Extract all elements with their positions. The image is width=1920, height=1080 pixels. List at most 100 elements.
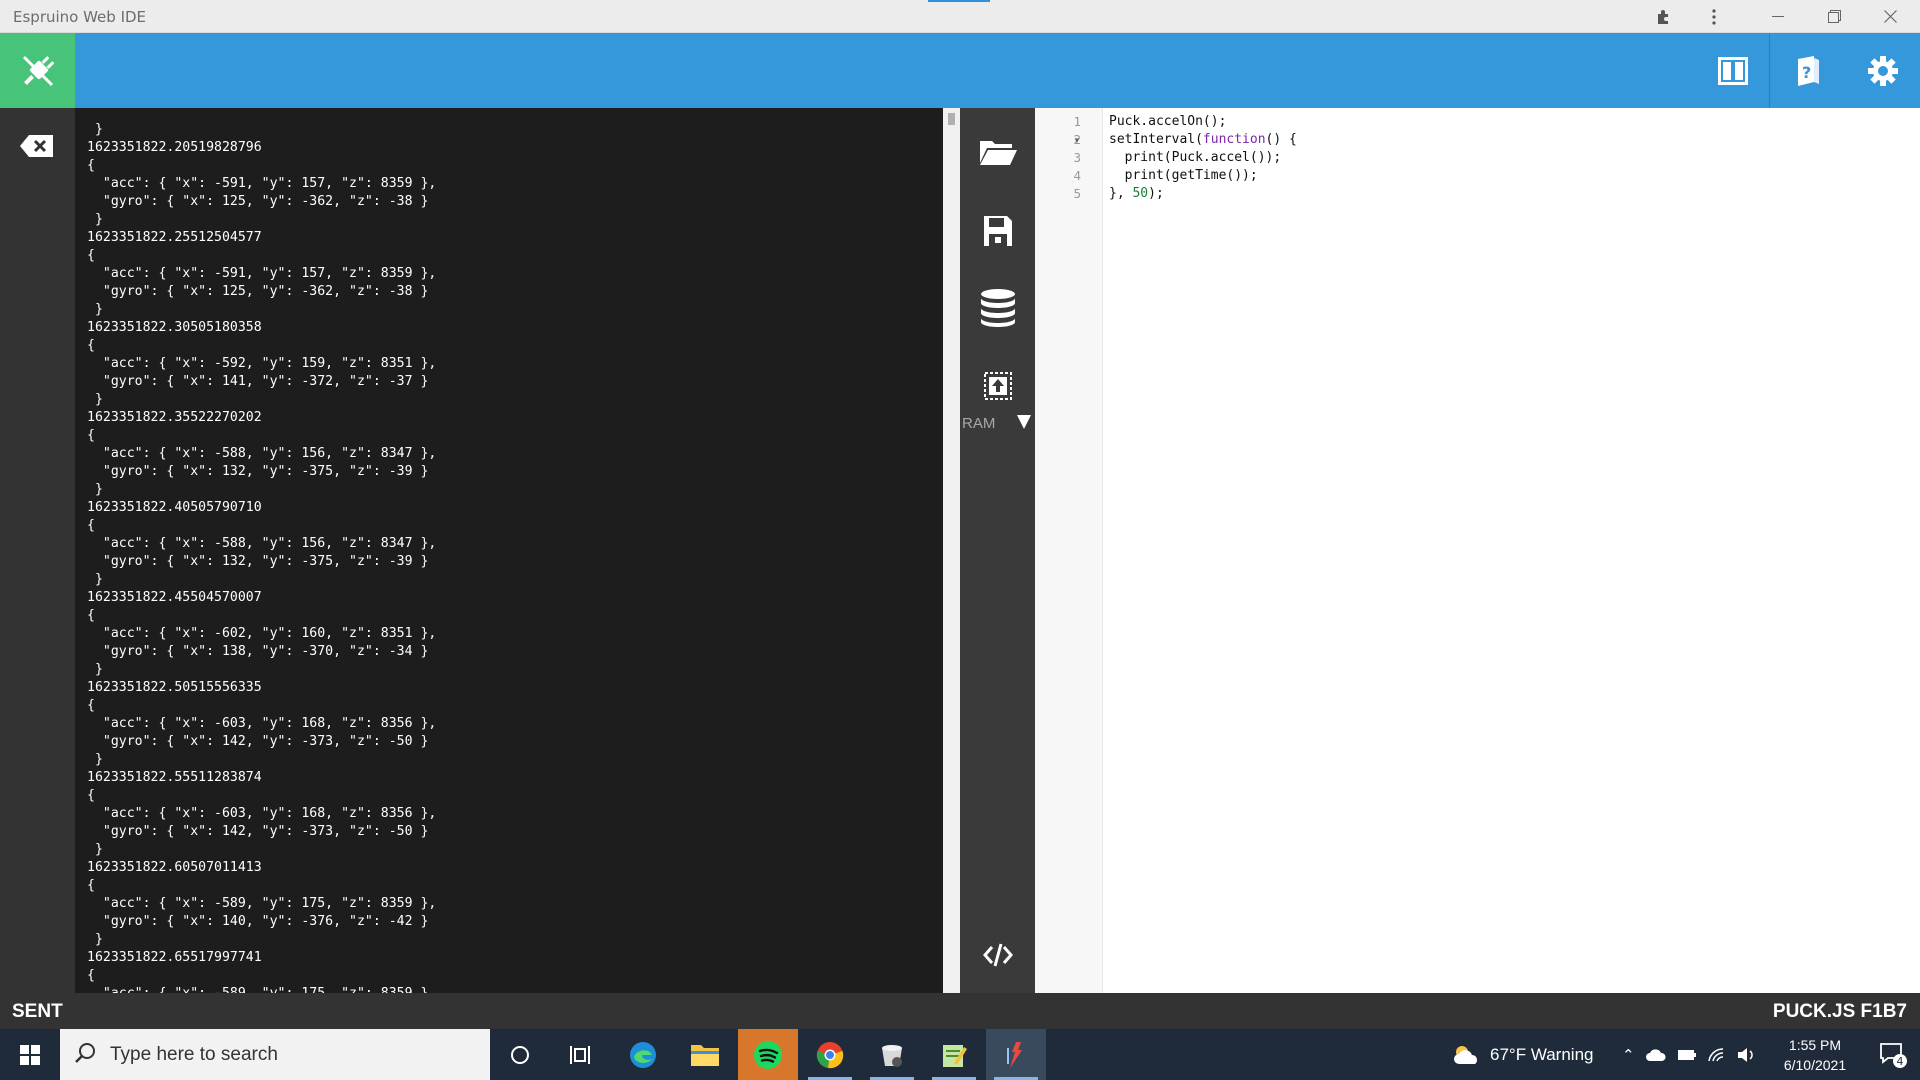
terminal-line: 1623351822.25512504577: [87, 230, 262, 245]
edge-app[interactable]: [613, 1029, 673, 1080]
upload-target-dropdown-icon[interactable]: [1017, 415, 1031, 429]
scrollbar-thumb[interactable]: [948, 113, 955, 125]
help-button[interactable]: ?: [1770, 33, 1845, 108]
terminal-line: {: [87, 968, 95, 983]
backspace-clear-icon: [20, 135, 53, 157]
fold-arrow-icon[interactable]: ▼: [1073, 136, 1081, 145]
split-view-button[interactable]: [1695, 33, 1770, 108]
storage-button[interactable]: [960, 278, 1035, 338]
terminal-line: "gyro": { "x": 142, "y": -373, "z": -50 …: [87, 824, 429, 839]
system-tray: ⌃: [1622, 1029, 1755, 1080]
edge-browser-icon: [630, 1041, 656, 1068]
cup-icon: [882, 1044, 902, 1067]
terminal-line: "acc": { "x": -591, "y": 157, "z": 8359 …: [87, 176, 437, 191]
status-bar: SENT PUCK.JS F1B7: [0, 993, 1920, 1029]
line-number: 3: [1073, 150, 1081, 165]
spotify-app[interactable]: [738, 1029, 798, 1080]
cloud-sun-icon: [1454, 1045, 1477, 1064]
terminal-line: 1623351822.30505180358: [87, 320, 262, 335]
restore-button[interactable]: [1806, 0, 1862, 33]
terminal-scrollbar[interactable]: [943, 108, 960, 993]
terminal-line: "acc": { "x": -589, "y": 175, "z": 8359 …: [87, 985, 436, 993]
terminal-line: "acc": { "x": -592, "y": 159, "z": 8351 …: [87, 356, 437, 371]
terminal-line: {: [87, 698, 95, 713]
extensions-icon[interactable]: [1636, 0, 1692, 33]
terminal-line: }: [87, 302, 103, 317]
connect-button[interactable]: [0, 33, 75, 108]
terminal-line: "gyro": { "x": 132, "y": -375, "z": -39 …: [87, 554, 429, 569]
svg-text:?: ?: [1802, 63, 1811, 82]
save-icon: [983, 216, 1012, 246]
terminal-line: {: [87, 158, 95, 173]
terminal-output[interactable]: } 1623351822.20519828796 { "acc": { "x": -…: [75, 108, 943, 993]
ram-label: RAM: [962, 415, 996, 432]
terminal-line: "gyro": { "x": 142, "y": -373, "z": -50 …: [87, 734, 429, 749]
terminal-line: 1623351822.35522270202: [87, 410, 262, 425]
plug-disconnected-icon: [22, 55, 54, 86]
save-file-button[interactable]: [960, 201, 1035, 261]
terminal-line: "acc": { "x": -588, "y": 156, "z": 8347 …: [87, 446, 437, 461]
clear-terminal-button[interactable]: [19, 133, 55, 159]
code-token: function: [1202, 132, 1266, 147]
chevron-up-icon[interactable]: ⌃: [1622, 1046, 1635, 1064]
taskbar-search[interactable]: Type here to search: [60, 1029, 490, 1080]
terminal-line: "gyro": { "x": 132, "y": -375, "z": -39 …: [87, 464, 429, 479]
volume-icon[interactable]: [1737, 1047, 1755, 1063]
code-line: print(Puck.accel());: [1109, 149, 1297, 167]
cortana-icon: [511, 1045, 529, 1064]
code-token: print(getTime());: [1109, 168, 1258, 183]
focus-indicator: [928, 0, 990, 2]
storage-icon: [980, 289, 1015, 327]
onedrive-cloud-icon[interactable]: [1645, 1048, 1667, 1062]
wifi-icon[interactable]: [1707, 1047, 1727, 1063]
code-token: print(Puck.accel());: [1109, 150, 1282, 165]
terminal-line: "gyro": { "x": 138, "y": -370, "z": -34 …: [87, 644, 429, 659]
line-number: 1: [1073, 114, 1081, 129]
notification-center-button[interactable]: 4: [1865, 1029, 1920, 1080]
terminal-line: "acc": { "x": -603, "y": 168, "z": 8356 …: [87, 716, 437, 731]
code-editor[interactable]: 1 2 ▼ 3 4 5 Puck.accelOn(); setInterval(f…: [1035, 108, 1920, 993]
cortana-button[interactable]: [490, 1029, 550, 1080]
send-to-ram-button[interactable]: [960, 356, 1035, 416]
weather-text: 67°F Warning: [1490, 1044, 1594, 1064]
espruino-ide-app[interactable]: [986, 1029, 1046, 1080]
terminal-line: {: [87, 878, 95, 893]
terminal-line: 1623351822.45504570007: [87, 590, 262, 605]
open-folder-icon: [979, 141, 1017, 165]
chrome-app[interactable]: [800, 1029, 860, 1080]
pinned-app-2[interactable]: [862, 1029, 922, 1080]
system-clock[interactable]: 1:55 PM 6/10/2021: [1765, 1035, 1865, 1075]
notification-count: 4: [1896, 1055, 1903, 1068]
open-file-button[interactable]: [960, 122, 1035, 182]
clock-time: 1:55 PM: [1788, 1037, 1842, 1053]
minimize-button[interactable]: [1750, 0, 1806, 33]
more-options-icon[interactable]: [1686, 0, 1742, 33]
weather-widget[interactable]: 67°F Warning: [1452, 1029, 1594, 1080]
folder-icon: [691, 1044, 719, 1066]
status-message: SENT: [12, 1001, 63, 1022]
terminal-line: "acc": { "x": -588, "y": 156, "z": 8347 …: [87, 536, 437, 551]
terminal-line: }: [87, 122, 103, 137]
send-to-ram-icon: [983, 372, 1012, 400]
code-text[interactable]: Puck.accelOn(); setInterval(function() { …: [1109, 113, 1297, 203]
code-token: () {: [1265, 132, 1297, 147]
notepad-app[interactable]: [924, 1029, 984, 1080]
battery-icon[interactable]: [1677, 1049, 1697, 1061]
terminal-line: {: [87, 518, 95, 533]
code-view-icon: [982, 943, 1013, 967]
terminal-line: }: [87, 392, 103, 407]
terminal-line: }: [87, 662, 103, 677]
chrome-icon: [816, 1041, 844, 1068]
code-line: Puck.accelOn();: [1109, 113, 1297, 131]
terminal-line: 1623351822.55511283874: [87, 770, 262, 785]
file-explorer-app[interactable]: [675, 1029, 735, 1080]
code-token: Puck.accelOn();: [1109, 114, 1227, 129]
code-view-button[interactable]: [960, 925, 1035, 985]
close-button[interactable]: [1862, 0, 1918, 33]
task-view-button[interactable]: [550, 1029, 610, 1080]
line-number: 4: [1073, 168, 1081, 183]
settings-button[interactable]: [1845, 33, 1920, 108]
start-button[interactable]: [0, 1029, 60, 1080]
terminal-line: "acc": { "x": -603, "y": 168, "z": 8356 …: [87, 806, 437, 821]
code-line: print(getTime());: [1109, 167, 1297, 185]
